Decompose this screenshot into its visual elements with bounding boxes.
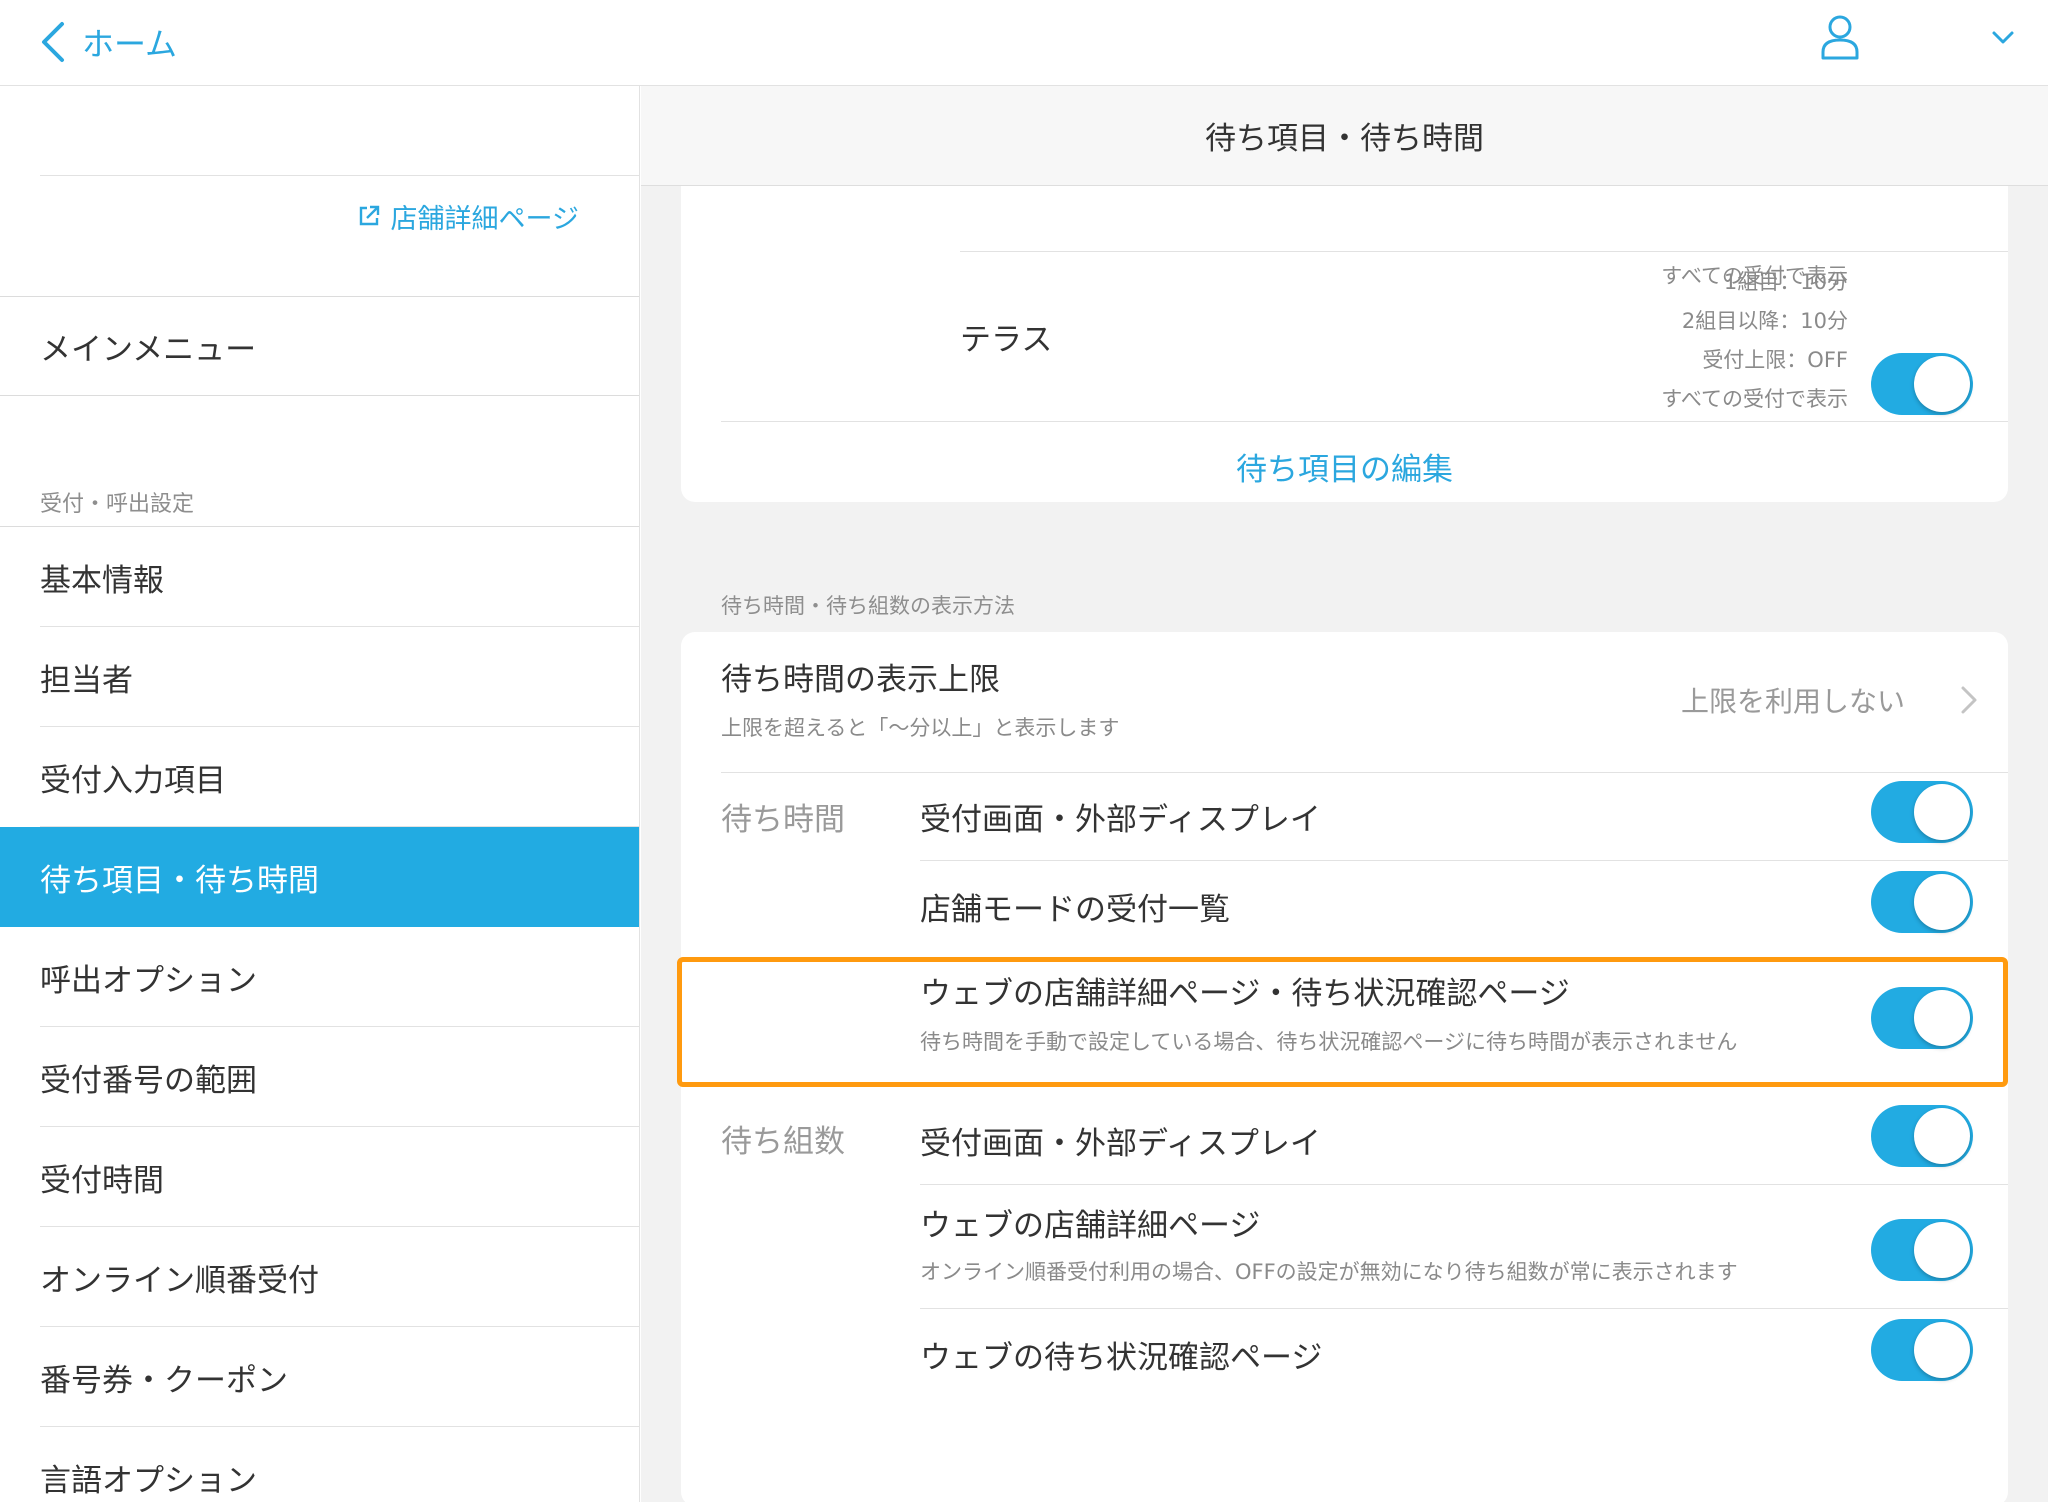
chevron-right-icon (1961, 686, 1977, 714)
sidebar-item-number-range[interactable]: 受付番号の範囲 (0, 1027, 639, 1127)
sidebar-item-label: 言語オプション (40, 1462, 257, 1499)
toggle-knob (1914, 784, 1970, 840)
divider (721, 421, 2008, 422)
divider (960, 251, 2008, 252)
sidebar-item-label: 受付時間 (40, 1162, 164, 1199)
display-method-section-label: 待ち時間・待ち組数の表示方法 (721, 594, 1015, 618)
sidebar-item-label: 番号券・クーポン (40, 1362, 288, 1399)
sidebar-item-ticket-coupon[interactable]: 番号券・クーポン (0, 1327, 639, 1427)
wait-count-reception-display-toggle[interactable] (1871, 1105, 1973, 1167)
toggle-knob (1914, 356, 1970, 412)
chevron-down-icon[interactable] (1988, 22, 2018, 52)
wait-time-group-label: 待ち時間 (721, 802, 845, 838)
wait-time-web-pages-title: ウェブの店舗詳細ページ・待ち状況確認ページ (920, 976, 1570, 1012)
sidebar-item-label: オンライン順番受付 (40, 1262, 319, 1299)
wait-time-store-mode-title: 店舗モードの受付一覧 (920, 892, 1230, 928)
top-bar: ホーム (0, 0, 2048, 86)
terrace-info-line: すべての受付で表示 (1661, 387, 1848, 411)
store-detail-link-label: 店舗詳細ページ (390, 203, 579, 235)
terrace-info-line: 2組目以降：10分 (1681, 309, 1848, 333)
sidebar-section-label: 受付・呼出設定 (40, 492, 195, 517)
wait-count-group-label: 待ち組数 (721, 1124, 845, 1160)
edit-wait-items-link[interactable]: 待ち項目の編集 (681, 431, 2008, 501)
sidebar-item-input-fields[interactable]: 受付入力項目 (0, 727, 639, 827)
main-content: 待ち項目・待ち時間 すべての受付で表示 テラス 1組目：10分 2組目以降：10… (641, 86, 2048, 1502)
toggle-knob (1914, 1322, 1970, 1378)
wait-time-reception-display-title: 受付画面・外部ディスプレイ (920, 802, 1321, 838)
sidebar-item-call-options[interactable]: 呼出オプション (0, 927, 639, 1027)
sidebar-item-label: 基本情報 (40, 562, 164, 599)
wait-time-reception-display-toggle[interactable] (1871, 781, 1973, 843)
wait-time-web-pages-toggle[interactable] (1871, 987, 1973, 1049)
sidebar-item-language-options[interactable]: 言語オプション (0, 1427, 639, 1502)
wait-time-web-pages-subtitle: 待ち時間を手動で設定している場合、待ち状況確認ページに待ち時間が表示されません (920, 1030, 1738, 1054)
terrace-toggle[interactable] (1871, 353, 1973, 415)
wait-item-terrace-label: テラス (960, 322, 1053, 358)
sidebar-item-basic-info[interactable]: 基本情報 (0, 527, 639, 627)
sidebar-item-label: 呼出オプション (40, 962, 257, 999)
display-limit-subtitle: 上限を超えると「〜分以上」と表示します (721, 716, 1120, 740)
divider (920, 1184, 2008, 1185)
sidebar-item-staff[interactable]: 担当者 (0, 627, 639, 727)
wait-item-terrace-info: 1組目：10分 2組目以降：10分 受付上限：OFF すべての受付で表示 (1661, 263, 1848, 419)
divider (920, 1308, 2008, 1309)
wait-count-status-page-title: ウェブの待ち状況確認ページ (920, 1340, 1323, 1376)
sidebar-item-label: 待ち項目・待ち時間 (40, 862, 319, 899)
chevron-left-icon (42, 22, 64, 62)
toggle-knob (1914, 990, 1970, 1046)
divider (920, 860, 2008, 861)
display-limit-value: 上限を利用しない (1681, 685, 1906, 718)
external-link-icon (359, 205, 379, 226)
divider (40, 175, 639, 176)
back-label: ホーム (82, 25, 178, 63)
sidebar-item-label: 担当者 (40, 662, 133, 699)
wait-count-status-page-toggle[interactable] (1871, 1319, 1973, 1381)
user-icon[interactable] (1820, 14, 1860, 60)
terrace-info-line: 1組目：10分 (1723, 270, 1848, 294)
toggle-knob (1914, 874, 1970, 930)
back-button[interactable]: ホーム (38, 14, 177, 70)
display-limit-title: 待ち時間の表示上限 (721, 662, 1000, 698)
terrace-info-line: 受付上限：OFF (1702, 348, 1848, 372)
sidebar: 店舗詳細ページ メインメニュー 受付・呼出設定 基本情報 担当者 受付入力項目 … (0, 86, 640, 1502)
sidebar-item-label: 受付番号の範囲 (40, 1062, 257, 1099)
sidebar-item-label: 受付入力項目 (40, 762, 226, 799)
wait-count-store-detail-toggle[interactable] (1871, 1219, 1973, 1281)
sidebar-item-online-queue[interactable]: オンライン順番受付 (0, 1227, 639, 1327)
sidebar-item-reception-hours[interactable]: 受付時間 (0, 1127, 639, 1227)
display-method-card: 待ち時間の表示上限 上限を超えると「〜分以上」と表示します 上限を利用しない 待… (681, 632, 2008, 1502)
sidebar-main-menu[interactable]: メインメニュー (0, 296, 639, 396)
divider (721, 772, 2008, 773)
sidebar-main-menu-label: メインメニュー (40, 331, 257, 368)
page-title: 待ち項目・待ち時間 (641, 86, 2048, 186)
sidebar-list: 基本情報 担当者 受付入力項目 待ち項目・待ち時間 呼出オプション 受付番号の範… (0, 526, 639, 1502)
toggle-knob (1914, 1222, 1970, 1278)
wait-count-store-detail-title: ウェブの店舗詳細ページ (920, 1208, 1261, 1244)
store-detail-link[interactable]: 店舗詳細ページ (357, 196, 579, 236)
wait-time-store-mode-toggle[interactable] (1871, 871, 1973, 933)
toggle-knob (1914, 1108, 1970, 1164)
sidebar-item-wait-items[interactable]: 待ち項目・待ち時間 (0, 827, 639, 927)
wait-count-reception-display-title: 受付画面・外部ディスプレイ (920, 1126, 1321, 1162)
wait-count-store-detail-subtitle: オンライン順番受付利用の場合、OFFの設定が無効になり待ち組数が常に表示されます (920, 1260, 1738, 1284)
